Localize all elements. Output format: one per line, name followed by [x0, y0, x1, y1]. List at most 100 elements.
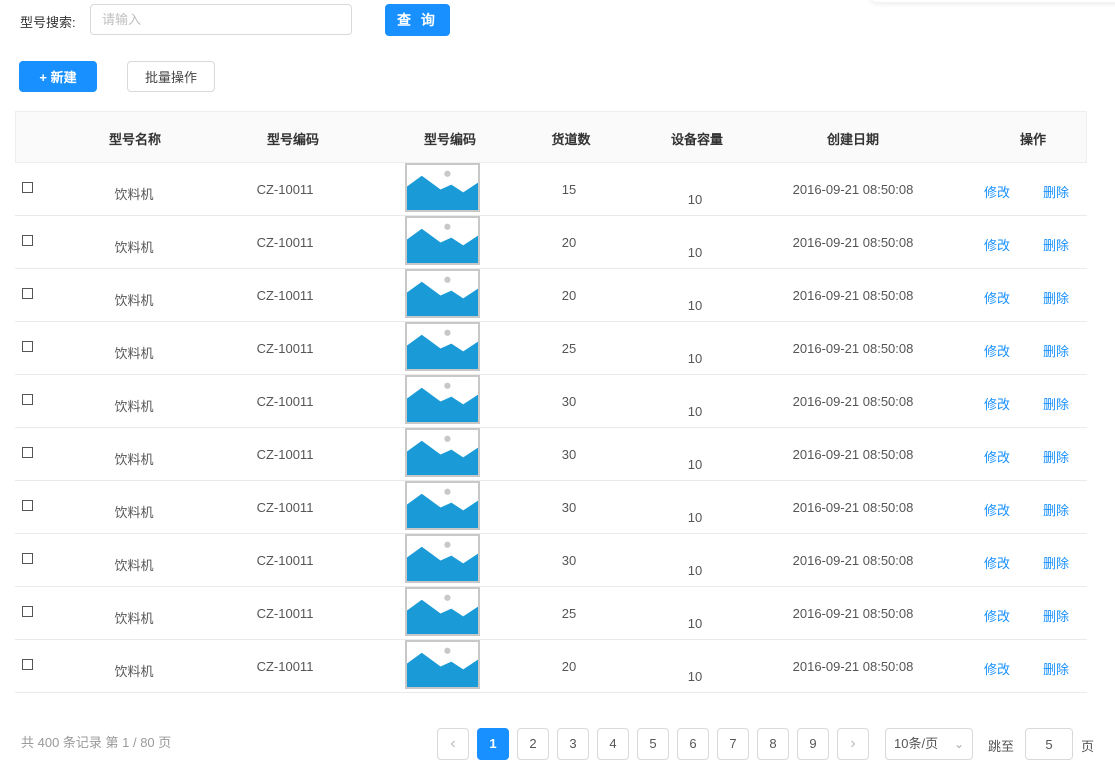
device-capacity: 10	[687, 616, 703, 631]
image-placeholder-icon	[407, 276, 478, 316]
model-image	[405, 534, 480, 583]
new-button[interactable]: + 新建	[19, 61, 97, 92]
delete-link[interactable]: 删除	[1043, 235, 1069, 254]
page-button[interactable]: 3	[557, 728, 589, 760]
slot-count: 30	[561, 553, 577, 568]
page-size-select[interactable]: 10条/页 ⌄	[885, 728, 973, 760]
slot-count: 25	[561, 341, 577, 356]
page-button[interactable]: 5	[637, 728, 669, 760]
batch-operation-button[interactable]: 批量操作	[127, 61, 215, 92]
page-button[interactable]: 7	[717, 728, 749, 760]
page-button[interactable]: 9	[797, 728, 829, 760]
edit-link[interactable]: 修改	[984, 500, 1010, 519]
table-row: 饮料机 CZ-10011 20 10 2016-09-21 08:50:08 修改 删除	[15, 269, 1087, 322]
record-summary: 共 400 条记录 第 1 / 80 页	[21, 735, 172, 750]
image-placeholder-icon	[407, 647, 478, 687]
page-button[interactable]: 2	[517, 728, 549, 760]
model-image	[405, 481, 480, 530]
created-date: 2016-09-21 08:50:08	[792, 288, 914, 303]
model-image	[405, 375, 480, 424]
image-placeholder-icon	[407, 382, 478, 422]
model-code: CZ-10011	[256, 235, 314, 250]
model-code: CZ-10011	[256, 394, 314, 409]
device-capacity: 10	[687, 245, 703, 260]
image-placeholder-icon	[407, 541, 478, 581]
edit-link[interactable]: 修改	[984, 553, 1010, 572]
delete-link[interactable]: 删除	[1043, 394, 1069, 413]
row-checkbox[interactable]	[22, 447, 33, 458]
device-capacity: 10	[687, 192, 703, 207]
image-placeholder-icon	[407, 435, 478, 475]
edit-link[interactable]: 修改	[984, 235, 1010, 254]
table-row: 饮料机 CZ-10011 30 10 2016-09-21 08:50:08 修改 删除	[15, 375, 1087, 428]
model-name: 饮料机	[114, 452, 154, 467]
model-image	[405, 428, 480, 477]
next-page-button[interactable]: ›	[837, 728, 869, 760]
edit-link[interactable]: 修改	[984, 182, 1010, 201]
header-model-image: 型号编码	[423, 132, 477, 147]
header-model-name: 型号名称	[108, 132, 162, 147]
slot-count: 30	[561, 447, 577, 462]
page-button[interactable]: 6	[677, 728, 709, 760]
page-button[interactable]: 4	[597, 728, 629, 760]
model-code: CZ-10011	[256, 659, 314, 674]
row-checkbox[interactable]	[22, 341, 33, 352]
row-checkbox[interactable]	[22, 235, 33, 246]
prev-page-button[interactable]: ‹	[437, 728, 469, 760]
created-date: 2016-09-21 08:50:08	[792, 659, 914, 674]
image-placeholder-icon	[407, 488, 478, 528]
created-date: 2016-09-21 08:50:08	[792, 235, 914, 250]
header-model-code: 型号编码	[266, 132, 320, 147]
header-slots: 货道数	[551, 132, 591, 147]
model-name: 饮料机	[114, 240, 154, 255]
device-capacity: 10	[687, 457, 703, 472]
edit-link[interactable]: 修改	[984, 341, 1010, 360]
query-button[interactable]: 查 询	[385, 4, 450, 36]
model-table: 型号名称 型号编码 型号编码 货道数 设备容量 创建日期 操作 饮料机 CZ-10…	[15, 111, 1087, 693]
device-capacity: 10	[687, 563, 703, 578]
jump-page-input[interactable]	[1025, 728, 1073, 760]
row-checkbox[interactable]	[22, 500, 33, 511]
table-row: 饮料机 CZ-10011 20 10 2016-09-21 08:50:08 修改 删除	[15, 216, 1087, 269]
table-row: 饮料机 CZ-10011 30 10 2016-09-21 08:50:08 修改 删除	[15, 428, 1087, 481]
model-name: 饮料机	[114, 399, 154, 414]
header-created-date: 创建日期	[826, 132, 880, 147]
delete-link[interactable]: 删除	[1043, 288, 1069, 307]
delete-link[interactable]: 删除	[1043, 606, 1069, 625]
row-checkbox[interactable]	[22, 182, 33, 193]
created-date: 2016-09-21 08:50:08	[792, 394, 914, 409]
delete-link[interactable]: 删除	[1043, 500, 1069, 519]
slot-count: 20	[561, 659, 577, 674]
delete-link[interactable]: 删除	[1043, 182, 1069, 201]
table-body: 饮料机 CZ-10011 15 10 2016-09-21 08:50:08 修改 删除 饮料…	[15, 163, 1087, 693]
model-name: 饮料机	[114, 293, 154, 308]
search-input[interactable]	[90, 4, 352, 35]
image-placeholder-icon	[407, 223, 478, 263]
edit-link[interactable]: 修改	[984, 394, 1010, 413]
slot-count: 15	[561, 182, 577, 197]
row-checkbox[interactable]	[22, 659, 33, 670]
row-checkbox[interactable]	[22, 288, 33, 299]
model-name: 饮料机	[114, 346, 154, 361]
edit-link[interactable]: 修改	[984, 659, 1010, 678]
device-capacity: 10	[687, 404, 703, 419]
model-image	[405, 163, 480, 212]
delete-link[interactable]: 删除	[1043, 659, 1069, 678]
model-image	[405, 322, 480, 371]
image-placeholder-icon	[407, 329, 478, 369]
created-date: 2016-09-21 08:50:08	[792, 182, 914, 197]
edit-link[interactable]: 修改	[984, 447, 1010, 466]
row-checkbox[interactable]	[22, 553, 33, 564]
image-placeholder-icon	[407, 170, 478, 210]
delete-link[interactable]: 删除	[1043, 341, 1069, 360]
page-button[interactable]: 8	[757, 728, 789, 760]
page-size-label: 10条/页	[894, 736, 939, 751]
edit-link[interactable]: 修改	[984, 288, 1010, 307]
row-checkbox[interactable]	[22, 394, 33, 405]
delete-link[interactable]: 删除	[1043, 447, 1069, 466]
page-button[interactable]: 1	[477, 728, 509, 760]
edit-link[interactable]: 修改	[984, 606, 1010, 625]
row-checkbox[interactable]	[22, 606, 33, 617]
table-row: 饮料机 CZ-10011 25 10 2016-09-21 08:50:08 修改 删除	[15, 322, 1087, 375]
delete-link[interactable]: 删除	[1043, 553, 1069, 572]
